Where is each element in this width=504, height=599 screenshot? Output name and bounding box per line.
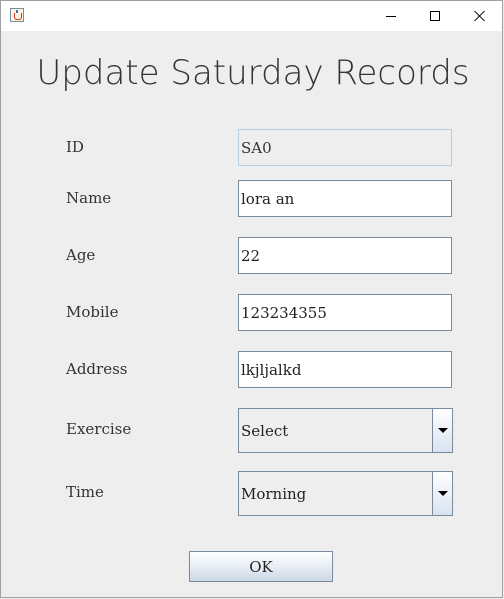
minimize-icon: [386, 15, 396, 17]
name-field[interactable]: lora an: [238, 180, 452, 217]
mobile-field[interactable]: 123234355: [238, 294, 452, 331]
time-label: Time: [66, 483, 104, 501]
age-field[interactable]: 22: [238, 237, 452, 274]
java-app-icon: [10, 8, 24, 22]
maximize-icon: [430, 11, 440, 21]
time-dropdown-arrow[interactable]: [432, 472, 452, 515]
time-dropdown[interactable]: Morning: [238, 471, 453, 516]
exercise-selected-value: Select: [241, 421, 289, 440]
maximize-button[interactable]: [412, 1, 458, 31]
chevron-down-icon: [437, 428, 448, 433]
close-icon: [474, 10, 486, 22]
id-label: ID: [66, 138, 84, 156]
app-window: Update Saturday Records ID SA0 Name lora…: [0, 0, 503, 598]
close-button[interactable]: [457, 1, 503, 31]
ok-button[interactable]: OK: [189, 551, 333, 582]
exercise-dropdown-arrow[interactable]: [432, 409, 452, 452]
name-label: Name: [66, 189, 112, 207]
age-label: Age: [66, 246, 96, 264]
minimize-button[interactable]: [368, 1, 414, 31]
chevron-down-icon: [437, 491, 448, 496]
title-bar[interactable]: [1, 1, 502, 31]
time-selected-value: Morning: [241, 484, 307, 503]
exercise-label: Exercise: [66, 420, 132, 438]
page-title: Update Saturday Records: [36, 53, 470, 93]
address-label: Address: [66, 360, 128, 378]
id-field: SA0: [238, 129, 452, 166]
mobile-label: Mobile: [66, 303, 119, 321]
exercise-dropdown[interactable]: Select: [238, 408, 453, 453]
address-field[interactable]: lkjljalkd: [238, 351, 452, 388]
